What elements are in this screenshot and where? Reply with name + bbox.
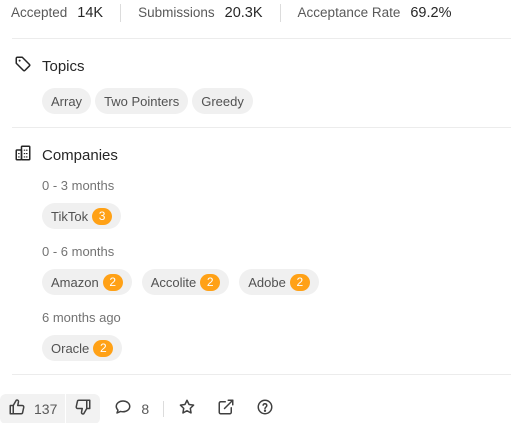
company-tag-accolite[interactable]: Accolite 2 [141, 269, 230, 295]
company-name: Adobe [248, 274, 286, 290]
vote-group: 137 [0, 394, 101, 423]
topics-title: Topics [42, 57, 85, 75]
topic-tag-two-pointers[interactable]: Two Pointers [95, 88, 189, 114]
company-row: Amazon 2 Accolite 2 Adobe 2 [42, 269, 329, 295]
period-label: 0 - 3 months [42, 178, 115, 193]
company-name: Accolite [150, 274, 197, 290]
company-row: Oracle 2 [42, 335, 132, 361]
thumbs-down-icon [74, 398, 92, 421]
company-name: TikTok [51, 208, 89, 224]
company-row: TikTok 3 [42, 203, 131, 229]
downvote-button[interactable] [66, 394, 100, 423]
comments-button[interactable]: 8 [114, 398, 149, 421]
comment-count: 8 [141, 401, 150, 417]
accepted-value: 14K [77, 5, 104, 21]
building-icon [14, 144, 32, 167]
action-bar: 137 8 [0, 394, 274, 423]
accepted-stat: Accepted 14K [11, 5, 103, 21]
stat-divider [120, 4, 122, 22]
acceptance-rate-value: 69.2% [410, 5, 452, 21]
company-tag-oracle[interactable]: Oracle 2 [42, 335, 123, 361]
company-count-badge: 3 [92, 207, 113, 225]
acceptance-rate-stat: Acceptance Rate 69.2% [298, 5, 452, 21]
company-tag-adobe[interactable]: Adobe 2 [239, 269, 319, 295]
star-icon [178, 398, 196, 421]
period-label: 0 - 6 months [42, 244, 115, 259]
topic-tag-array[interactable]: Array [42, 88, 92, 114]
share-icon [217, 398, 235, 421]
help-button[interactable] [256, 398, 274, 421]
divider [12, 127, 511, 128]
thumbs-up-icon [8, 398, 26, 421]
company-name: Oracle [51, 340, 90, 356]
acceptance-rate-label: Acceptance Rate [297, 5, 401, 20]
accepted-label: Accepted [11, 5, 68, 20]
topics-header[interactable]: Topics [14, 56, 85, 76]
company-tag-tiktok[interactable]: TikTok 3 [42, 203, 122, 229]
submissions-stat: Submissions 20.3K [138, 5, 262, 21]
company-count-badge: 2 [200, 273, 221, 291]
topic-tag-greedy[interactable]: Greedy [192, 88, 253, 114]
upvote-count: 137 [34, 401, 58, 417]
upvote-button[interactable]: 137 [0, 394, 65, 423]
comment-icon [114, 398, 132, 421]
submissions-label: Submissions [138, 5, 215, 20]
company-tag-amazon[interactable]: Amazon 2 [42, 269, 132, 295]
company-count-badge: 2 [289, 273, 310, 291]
company-count-badge: 2 [93, 339, 114, 357]
stats-row: Accepted 14K Submissions 20.3K Acceptanc… [11, 4, 451, 22]
favorite-button[interactable] [178, 398, 196, 421]
share-button[interactable] [217, 398, 235, 421]
company-count-badge: 2 [102, 273, 123, 291]
company-name: Amazon [51, 274, 99, 290]
help-icon [256, 398, 274, 421]
submissions-value: 20.3K [224, 5, 263, 21]
period-label: 6 months ago [42, 310, 121, 325]
tag-icon [14, 55, 32, 78]
companies-header[interactable]: Companies [14, 145, 118, 165]
divider [12, 38, 511, 39]
topic-tags: Array Two Pointers Greedy [42, 88, 253, 114]
companies-title: Companies [42, 146, 118, 164]
stat-divider [279, 4, 281, 22]
divider [12, 374, 511, 375]
action-divider [163, 401, 165, 417]
